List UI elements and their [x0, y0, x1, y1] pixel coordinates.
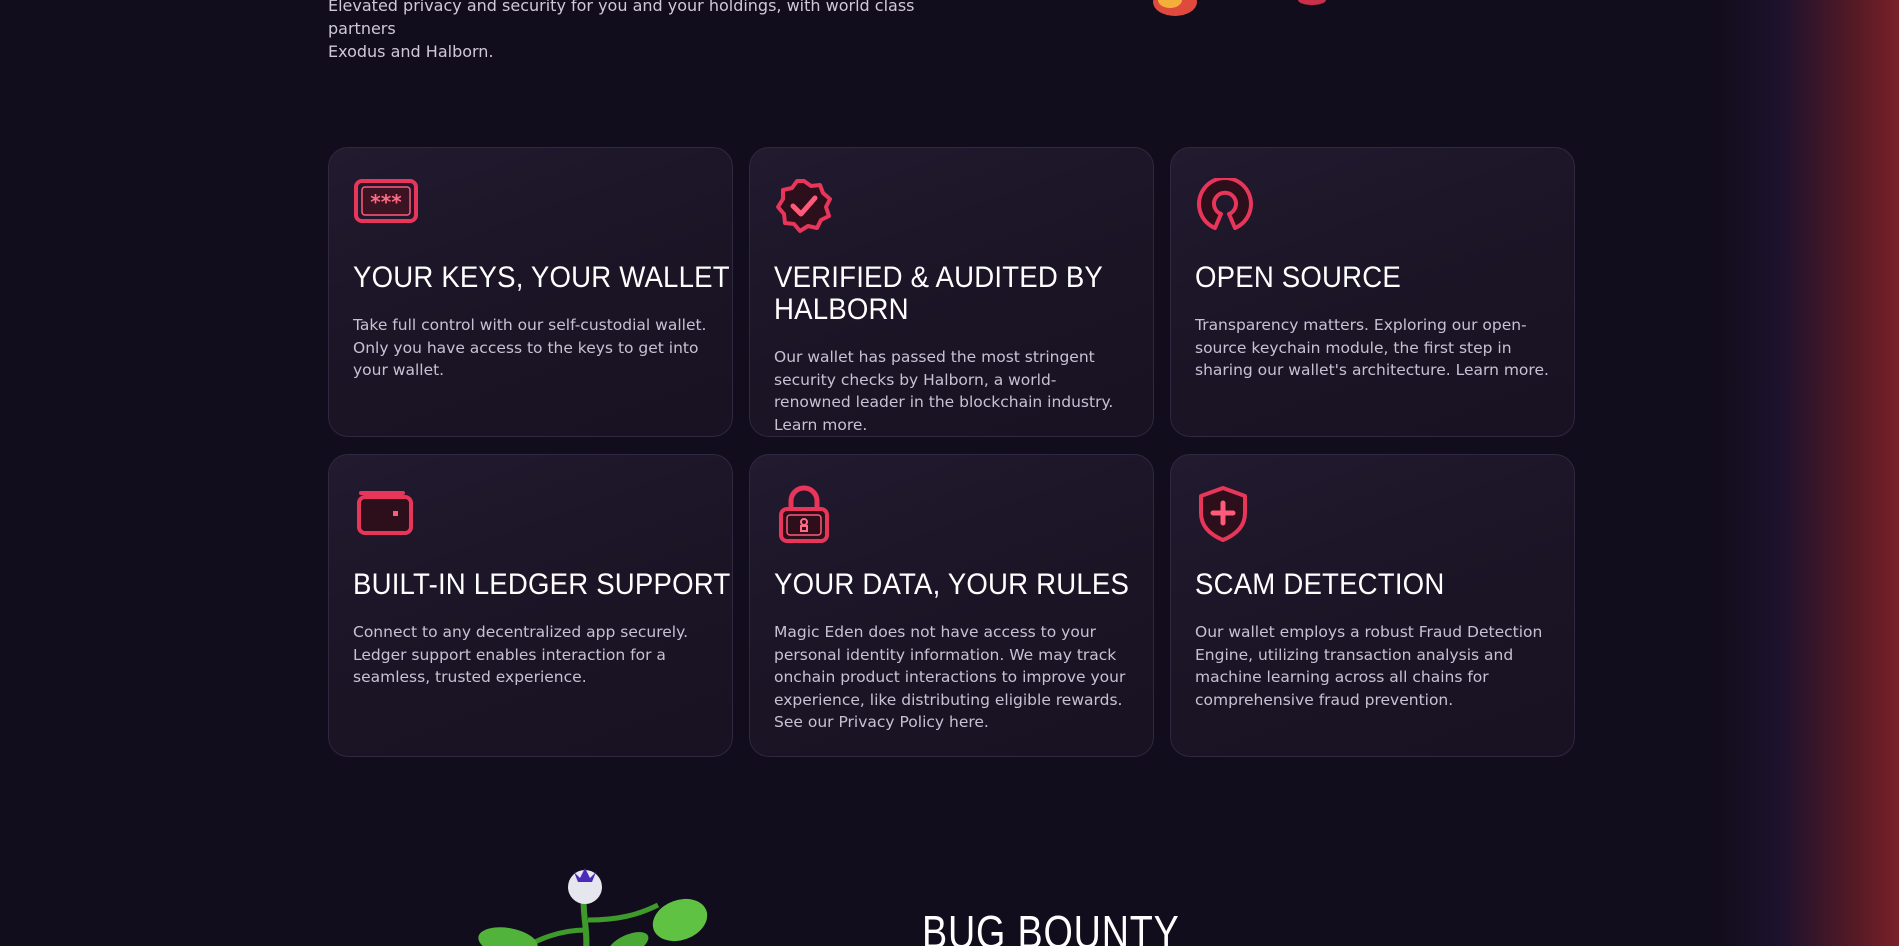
feature-title: OPEN SOURCE [1195, 261, 1401, 294]
feature-description: Magic Eden does not have access to your … [774, 623, 1126, 731]
feature-card-ledger: BUILT-IN LEDGER SUPPORT Connect to any d… [328, 454, 733, 757]
feature-card-open-source: OPEN SOURCE Transparency matters. Explor… [1170, 147, 1575, 437]
feature-card-scam: SCAM DETECTION Our wallet employs a robu… [1170, 454, 1575, 757]
shield-plus-icon [1195, 485, 1265, 543]
security-features-grid: *** YOUR KEYS, YOUR WALLET Take full con… [328, 147, 1575, 757]
feature-description: Connect to any decentralized app securel… [353, 623, 689, 686]
open-source-icon [1195, 178, 1265, 236]
intro-line-1: Elevated privacy and security for you an… [328, 0, 915, 38]
password-card-icon: *** [353, 178, 423, 236]
feature-title: BUILT-IN LEDGER SUPPORT [353, 568, 731, 601]
right-gradient-glow [1719, 0, 1899, 946]
feature-title: YOUR KEYS, YOUR WALLET [353, 261, 730, 294]
feature-description: Our wallet has passed the most stringent… [774, 348, 1114, 434]
wallet-icon [353, 485, 423, 543]
feature-title: YOUR DATA, YOUR RULES [774, 568, 1130, 601]
svg-text:***: *** [370, 190, 402, 214]
padlock-icon [774, 485, 844, 543]
plant-illustration [478, 868, 708, 946]
feature-card-data: YOUR DATA, YOUR RULES Magic Eden does no… [749, 454, 1154, 757]
feature-card-keys: *** YOUR KEYS, YOUR WALLET Take full con… [328, 147, 733, 437]
feature-title: VERIFIED & AUDITED BY HALBORN [774, 261, 1103, 326]
feature-description: Take full control with our self-custodia… [353, 316, 707, 379]
intro-line-2: Exodus and Halborn. [328, 42, 494, 61]
decorative-3d-objects [1153, 0, 1326, 16]
feature-description: Our wallet employs a robust Fraud Detect… [1195, 623, 1543, 709]
intro-text: Elevated privacy and security for you an… [328, 0, 968, 63]
bug-bounty-heading: BUG BOUNTY [922, 906, 1180, 946]
verified-badge-icon [774, 178, 844, 236]
feature-title: SCAM DETECTION [1195, 568, 1445, 601]
feature-description: Transparency matters. Exploring our open… [1195, 316, 1549, 379]
feature-card-audited: VERIFIED & AUDITED BY HALBORN Our wallet… [749, 147, 1154, 437]
